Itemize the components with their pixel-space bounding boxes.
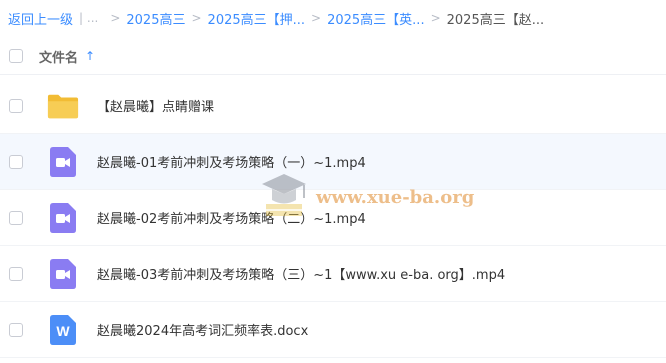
list-item[interactable]: 赵晨曦-03考前冲刺及考场策略（三）~1【www.xu e-ba. org】.m… xyxy=(0,246,666,302)
list-header: 文件名 ↑ xyxy=(0,38,666,75)
row-checkbox[interactable] xyxy=(9,98,23,113)
folder-icon xyxy=(47,90,79,122)
video-file-icon xyxy=(47,202,79,234)
list-item[interactable]: 【赵晨曦】点睛赠课 xyxy=(0,78,666,134)
breadcrumb-current: 2025高三【赵... xyxy=(446,12,545,28)
row-checkbox[interactable] xyxy=(9,266,23,281)
row-checkbox[interactable] xyxy=(9,154,23,169)
video-file-icon xyxy=(47,146,79,178)
file-name[interactable]: 赵晨曦2024年高考词汇频率表.docx xyxy=(97,320,308,339)
breadcrumb-separator: > xyxy=(311,11,322,25)
list-item[interactable]: 赵晨曦-01考前冲刺及考场策略（一）~1.mp4 xyxy=(0,134,666,190)
breadcrumb-item-2[interactable]: 2025高三【押... xyxy=(208,9,305,28)
breadcrumb-separator: > xyxy=(110,11,121,25)
breadcrumb: 返回上一级 | ... > 2025高三 > 2025高三【押... > 202… xyxy=(8,6,544,30)
file-name[interactable]: 【赵晨曦】点睛赠课 xyxy=(97,96,214,115)
row-checkbox[interactable] xyxy=(9,322,23,337)
breadcrumb-separator: > xyxy=(191,11,202,25)
file-name[interactable]: 赵晨曦-02考前冲刺及考场策略（二）~1.mp4 xyxy=(97,208,366,227)
file-name[interactable]: 赵晨曦-01考前冲刺及考场策略（一）~1.mp4 xyxy=(97,152,366,171)
word-icon-letter: W xyxy=(56,323,70,339)
breadcrumb-item-3[interactable]: 2025高三【英... xyxy=(327,9,424,28)
file-browser: 返回上一级 | ... > 2025高三 > 2025高三【押... > 202… xyxy=(0,0,666,363)
breadcrumb-item-1[interactable]: 2025高三 xyxy=(126,9,185,28)
list-item[interactable]: 赵晨曦-02考前冲刺及考场策略（二）~1.mp4 xyxy=(0,190,666,246)
column-header-filename[interactable]: 文件名 xyxy=(39,47,78,66)
word-file-icon: W xyxy=(47,314,79,346)
list-item[interactable]: W 赵晨曦2024年高考词汇频率表.docx xyxy=(0,302,666,358)
breadcrumb-ellipsis: | ... xyxy=(79,11,99,25)
file-name[interactable]: 赵晨曦-03考前冲刺及考场策略（三）~1【www.xu e-ba. org】.m… xyxy=(97,264,505,283)
row-checkbox[interactable] xyxy=(9,210,23,225)
arrow-up-icon[interactable]: ↑ xyxy=(85,49,95,63)
video-file-icon xyxy=(47,258,79,290)
breadcrumb-separator: > xyxy=(430,11,441,25)
select-all-checkbox[interactable] xyxy=(9,49,23,63)
back-link[interactable]: 返回上一级 xyxy=(8,9,73,28)
